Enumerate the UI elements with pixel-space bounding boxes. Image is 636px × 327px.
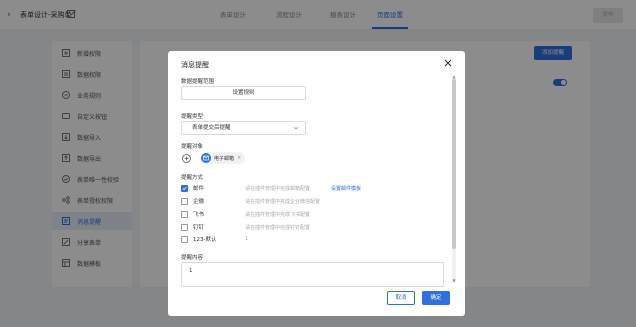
default-checkbox[interactable] (181, 235, 188, 243)
method-row-dingtalk: 钉钉 请在插件管理中完成钉钉配置 (181, 222, 310, 232)
method-row-feishu: 飞书 请在插件管理中完成飞书配置 (181, 209, 310, 219)
scroll-down-icon[interactable]: ▼ (450, 279, 458, 283)
target-label: 提醒对象 (181, 144, 204, 150)
method-desc: 请在插件管理中完成企业微信配置 (245, 199, 321, 205)
dingtalk-checkbox[interactable] (181, 223, 188, 231)
dialog-title: 消息提醒 (181, 61, 209, 69)
reminder-content-textarea[interactable]: 1 (181, 262, 444, 287)
method-desc: 请在插件管理中完成飞书配置 (245, 212, 311, 218)
method-desc: 1 (245, 236, 249, 242)
type-label: 提醒类型 (181, 114, 204, 120)
set-rules-button[interactable]: 设置规则 (181, 86, 306, 100)
wecom-checkbox[interactable] (181, 197, 188, 205)
message-reminder-dialog: 消息提醒 数据提醒范围 设置规则 提醒类型 表单提交后提醒 提醒对象 电子邮箱 … (168, 51, 465, 316)
email-icon (201, 153, 211, 163)
method-row-wecom: 企微 请在插件管理中完成企业微信配置 (181, 196, 320, 206)
method-desc: 请在插件管理中完成邮箱配置 (245, 186, 311, 192)
reminder-type-select[interactable]: 表单提交后提醒 (181, 121, 306, 135)
method-name: 飞书 (193, 212, 205, 218)
range-label: 数据提醒范围 (181, 79, 215, 85)
scrollbar-thumb[interactable] (452, 79, 456, 249)
cancel-button[interactable]: 取消 (387, 291, 415, 305)
content-label: 提醒内容 (181, 255, 204, 261)
method-row-email: 邮件 请在插件管理中完成邮箱配置 设置邮件模板 (181, 183, 361, 193)
method-name: 邮件 (193, 186, 205, 192)
reminder-type-value: 表单提交后提醒 (192, 125, 231, 131)
dialog-scrollbar[interactable] (452, 79, 456, 283)
scroll-up-icon[interactable]: ▲ (450, 75, 458, 79)
method-name: 钉钉 (193, 225, 205, 231)
close-icon[interactable] (442, 57, 454, 69)
method-label: 提醒方式 (181, 175, 204, 181)
method-row-default: 123-默认 1 (181, 234, 248, 244)
method-desc: 请在插件管理中完成钉钉配置 (245, 225, 311, 231)
target-chip-label: 电子邮箱 (214, 155, 235, 162)
target-chip: 电子邮箱 × (201, 152, 246, 164)
add-target-icon[interactable] (182, 154, 191, 163)
remove-target-icon[interactable]: × (237, 155, 241, 161)
chevron-down-icon (292, 122, 300, 134)
email-checkbox[interactable] (181, 184, 188, 192)
set-email-template-link[interactable]: 设置邮件模板 (331, 185, 361, 192)
method-name: 123-默认 (193, 237, 217, 243)
method-name: 企微 (193, 199, 205, 205)
feishu-checkbox[interactable] (181, 210, 188, 218)
confirm-button[interactable]: 确定 (422, 291, 450, 305)
